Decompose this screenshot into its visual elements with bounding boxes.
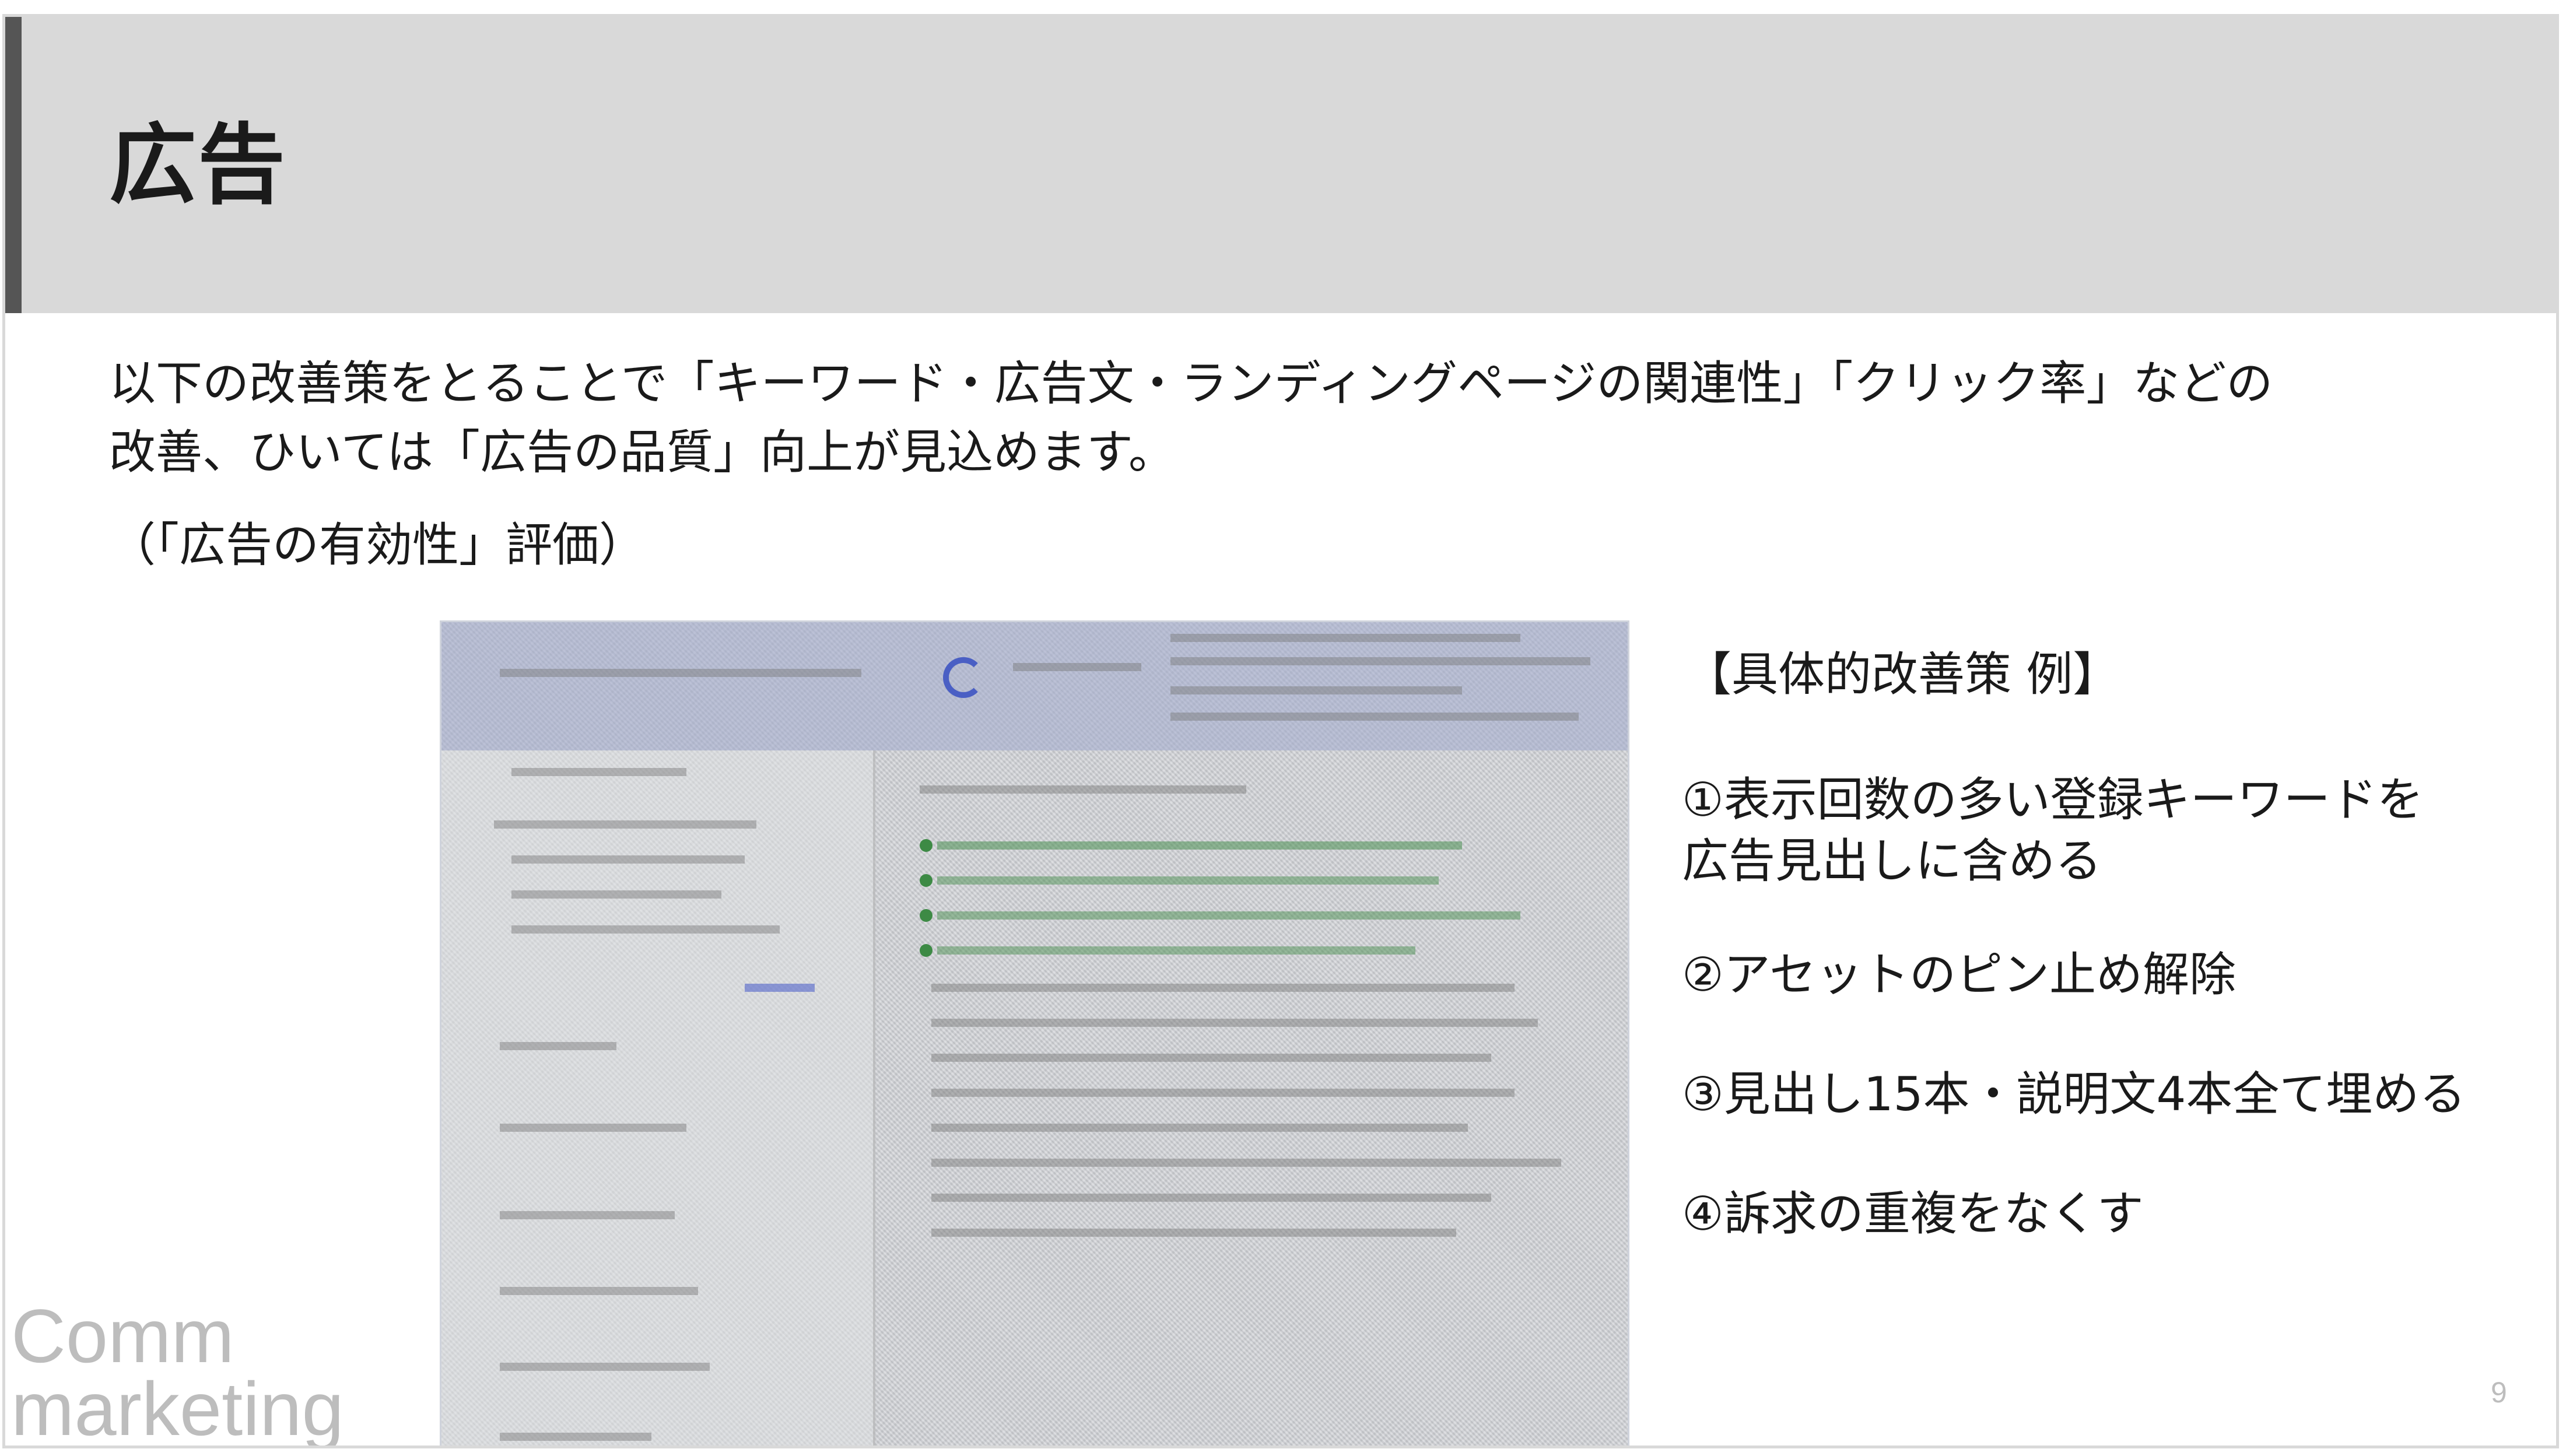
screenshot-blur-line [937, 841, 1462, 850]
screenshot-blur-line [1013, 663, 1141, 671]
screenshot-blur-line [494, 820, 756, 829]
tips-heading: 【具体的改善策 例】 [1685, 647, 2120, 701]
intro-text: 以下の改善策をとることで「キーワード・広告文・ランディングページの関連性」「クリ… [109, 349, 2500, 487]
screenshot-blur-line [931, 1159, 1561, 1167]
intro-line-2: 改善、ひいては「広告の品質」向上が見込めます。 [109, 425, 1175, 479]
screenshot-blur-line [931, 1089, 1515, 1097]
screenshot-blur-line [931, 1229, 1456, 1237]
screenshot-blur-line [500, 1433, 651, 1441]
screenshot-blur-line [500, 1211, 675, 1219]
screenshot-blur-line [931, 1124, 1468, 1132]
screenshot-blur-line [500, 669, 861, 677]
screenshot-blur-line [931, 1019, 1538, 1027]
watermark-line-2: marketing [11, 1366, 344, 1448]
screenshot-blur-link [745, 984, 815, 992]
title-banner: 広告 [5, 17, 2556, 313]
screenshot-blur-line [511, 768, 686, 776]
ad-strength-gauge-icon [943, 657, 984, 698]
page-number: 9 [2491, 1376, 2507, 1409]
screenshot-blur-line [920, 785, 1246, 794]
ad-strength-screenshot [440, 620, 1629, 1446]
screenshot-blur-line [931, 984, 1515, 992]
tip-item-1: ①表示回数の多い登録キーワードを 広告見出しに含める [1682, 769, 2533, 892]
screenshot-blur-line [500, 1042, 616, 1050]
tip-1-line-1: ①表示回数の多い登録キーワードを [1682, 773, 2424, 827]
title-accent-bar [5, 17, 22, 313]
slide: 広告 以下の改善策をとることで「キーワード・広告文・ランディングページの関連性」… [2, 14, 2559, 1448]
screenshot-blur-line [1170, 713, 1579, 721]
asset-check-icon [920, 874, 933, 887]
tip-1-line-2: 広告見出しに含める [1682, 834, 2102, 888]
evaluation-note: （「広告の有効性」評価） [109, 518, 646, 572]
screenshot-left-panel [441, 750, 875, 1446]
tip-item-3: ③見出し15本・説明文4本全て埋める [1682, 1067, 2466, 1121]
tip-item-4: ④訴求の重複をなくす [1682, 1187, 2144, 1241]
screenshot-blur-line [511, 855, 745, 864]
watermark-logo: Comm marketing [11, 1298, 344, 1448]
screenshot-blur-line [931, 1054, 1491, 1062]
screenshot-blur-line [937, 911, 1520, 920]
screenshot-blur-line [931, 1194, 1491, 1202]
tip-item-2: ②アセットのピン止め解除 [1682, 948, 2237, 1002]
screenshot-blur-line [511, 890, 721, 899]
screenshot-blur-line [937, 876, 1439, 885]
screenshot-blur-line [500, 1363, 710, 1371]
screenshot-blur-line [1170, 634, 1520, 642]
asset-check-icon [920, 839, 933, 852]
screenshot-blur-line [1170, 686, 1462, 694]
asset-check-icon [920, 944, 933, 957]
screenshot-blur-line [511, 925, 780, 934]
screenshot-blur-line [937, 946, 1415, 955]
slide-title: 広告 [109, 115, 287, 216]
asset-check-icon [920, 909, 933, 922]
intro-line-1: 以下の改善策をとることで「キーワード・広告文・ランディングページの関連性」「クリ… [109, 356, 2273, 411]
screenshot-blur-line [500, 1287, 698, 1295]
screenshot-blur-line [500, 1124, 686, 1132]
screenshot-blur-line [1170, 657, 1590, 665]
